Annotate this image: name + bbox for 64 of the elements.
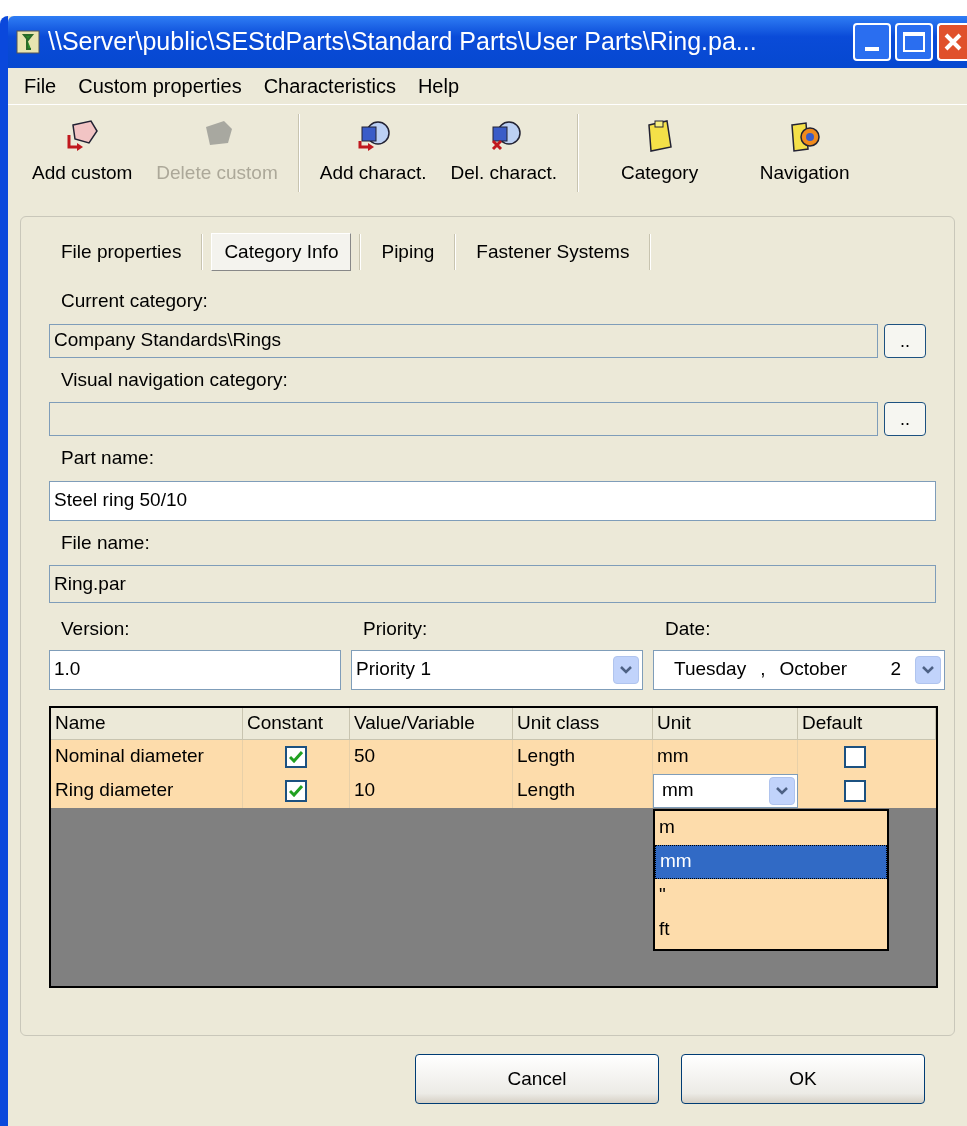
browse-button[interactable]: .. bbox=[884, 323, 926, 358]
table-cell: Length bbox=[513, 739, 653, 774]
table-cell: 10 bbox=[350, 773, 513, 808]
navigation-category-field[interactable] bbox=[49, 402, 878, 436]
date-picker[interactable]: Tuesday , October 2 bbox=[653, 649, 945, 690]
file-name-field[interactable]: Ring.par bbox=[49, 565, 936, 603]
field-label: File name: bbox=[60, 530, 151, 555]
menu-item[interactable]: Characteristics bbox=[263, 71, 396, 101]
tab[interactable]: Fastener Systems bbox=[464, 233, 642, 271]
menu-item[interactable]: Help bbox=[417, 71, 460, 101]
field-label: Version: bbox=[60, 617, 131, 641]
tab[interactable]: Category Info bbox=[211, 232, 352, 272]
constant-checkbox[interactable] bbox=[285, 779, 307, 802]
column-header: Unit bbox=[653, 707, 798, 740]
default-checkbox[interactable] bbox=[844, 779, 866, 802]
column-header: Default bbox=[798, 707, 936, 740]
maximize-button[interactable] bbox=[895, 23, 933, 61]
list-option[interactable]: m bbox=[655, 810, 887, 845]
column-header: Constant bbox=[243, 707, 350, 740]
browse-button[interactable]: .. bbox=[884, 402, 926, 436]
menu-item[interactable]: Custom properties bbox=[78, 71, 242, 101]
part-name-field[interactable]: Steel ring 50/10 bbox=[49, 480, 936, 521]
checkmark-icon bbox=[289, 750, 303, 763]
list-option[interactable]: ft bbox=[655, 912, 887, 947]
minimize-button[interactable] bbox=[853, 23, 891, 61]
category-field[interactable]: Company Standards\Rings bbox=[49, 323, 878, 358]
tab[interactable]: File properties bbox=[49, 233, 194, 271]
list-option[interactable]: mm bbox=[655, 844, 887, 879]
dialog-button[interactable]: Cancel bbox=[415, 1054, 659, 1104]
priority-dropdown[interactable]: Priority 1 bbox=[351, 649, 643, 690]
field-label: Current category: bbox=[60, 289, 209, 313]
column-header: Unit class bbox=[513, 707, 653, 740]
table-cell: Nominal diameter bbox=[51, 739, 243, 774]
column-header: Value/Variable bbox=[350, 707, 513, 740]
dialog-button[interactable]: OK bbox=[681, 1054, 925, 1104]
table-cell: 50 bbox=[350, 739, 513, 774]
app-icon bbox=[16, 30, 40, 54]
version-field[interactable]: 1.0 bbox=[49, 649, 341, 690]
table-cell: mm bbox=[653, 739, 798, 774]
caret-icon bbox=[776, 786, 788, 795]
field-label: Part name: bbox=[60, 446, 155, 470]
caret-icon bbox=[922, 665, 934, 674]
field-label: Visual navigation category: bbox=[60, 367, 289, 392]
toolbar-button[interactable]: Add charact. bbox=[307, 108, 439, 197]
table-cell: Ring diameter bbox=[51, 773, 243, 808]
toolbar-button[interactable]: Category bbox=[587, 108, 733, 197]
table-cell: Length bbox=[513, 773, 653, 808]
close-icon bbox=[943, 32, 963, 52]
tab[interactable]: Piping bbox=[369, 233, 447, 271]
unit-dropdown[interactable]: mm bbox=[653, 773, 798, 808]
column-header: Name bbox=[51, 707, 243, 740]
menu-item[interactable]: File bbox=[24, 71, 57, 101]
toolbar-button[interactable]: Add custom bbox=[20, 108, 145, 197]
constant-checkbox[interactable] bbox=[285, 745, 307, 768]
checkmark-icon bbox=[289, 784, 303, 797]
default-checkbox[interactable] bbox=[844, 745, 866, 768]
window-title: \\Server\public\SEStdParts\Standard Parts\User Parts\Ring.pa... bbox=[48, 26, 758, 58]
toolbar-button[interactable]: Navigation bbox=[732, 108, 878, 197]
close-button[interactable] bbox=[937, 23, 967, 61]
field-label: Date: bbox=[664, 617, 712, 641]
field-label: Priority: bbox=[362, 617, 429, 641]
caret-icon bbox=[620, 665, 632, 674]
toolbar-button[interactable]: Del. charact. bbox=[438, 108, 570, 197]
list-option[interactable]: " bbox=[655, 878, 887, 913]
